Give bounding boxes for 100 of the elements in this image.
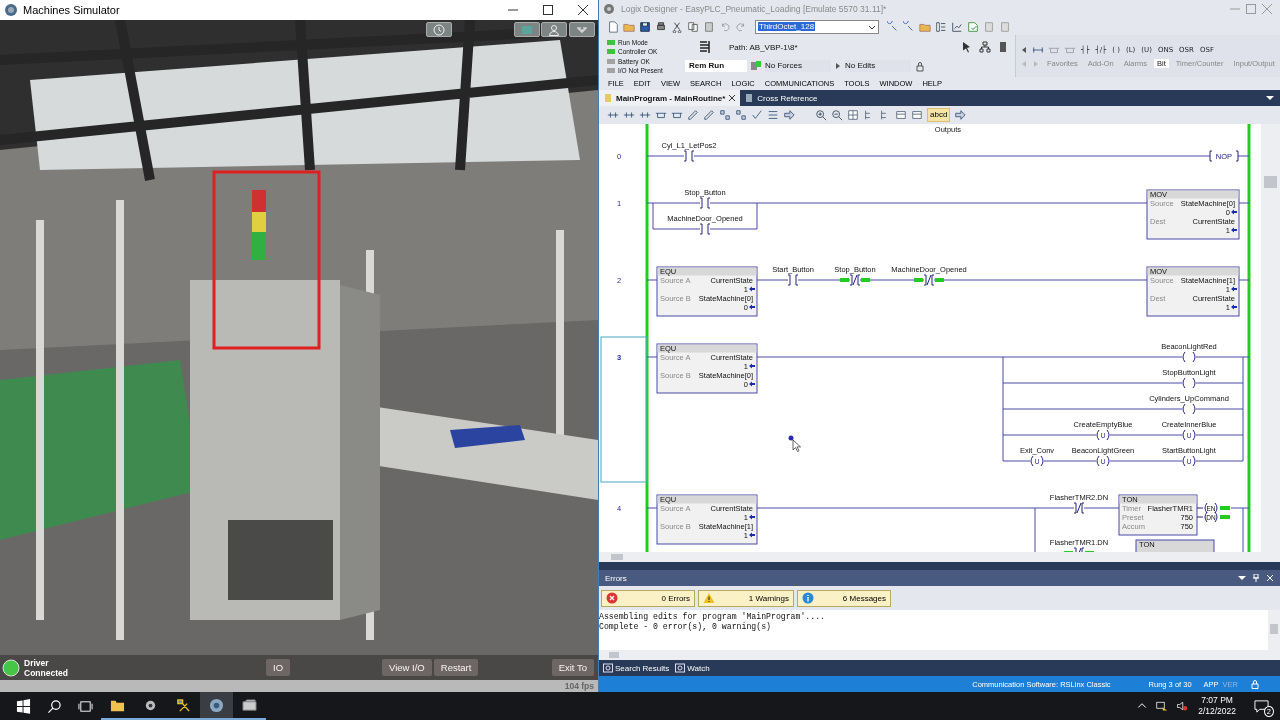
vertical-scrollbar[interactable] xyxy=(1268,610,1280,650)
app-icon xyxy=(4,3,18,17)
coil-icon[interactable] xyxy=(1182,429,1196,441)
copy-icon[interactable] xyxy=(687,20,699,33)
pane-tab[interactable]: Watch xyxy=(673,663,712,673)
clock-icon xyxy=(433,23,445,36)
value-arrow-icon xyxy=(749,304,755,310)
negated-contact-icon[interactable] xyxy=(1062,547,1096,552)
window-title: Machines Simulator xyxy=(23,4,120,16)
dropdown-icon[interactable] xyxy=(1266,94,1274,102)
value-arrow-icon xyxy=(749,532,755,538)
close-icon xyxy=(578,5,588,15)
pin-icon[interactable] xyxy=(1252,574,1260,582)
forces-status: No Forces xyxy=(765,60,831,72)
volume-muted-icon[interactable] xyxy=(1176,700,1189,712)
negated-contact-icon[interactable] xyxy=(838,274,872,286)
document-tab[interactable]: MainProgram - MainRoutine* xyxy=(599,90,741,106)
contact-icon[interactable] xyxy=(699,197,711,209)
lock-icon xyxy=(1250,679,1260,689)
list-icon[interactable] xyxy=(935,20,947,33)
cut-icon[interactable] xyxy=(671,20,683,33)
tag-combobox[interactable]: ThirdOctet_128 xyxy=(755,19,879,34)
zoom-out-icon[interactable] xyxy=(831,109,843,121)
maximize-icon xyxy=(543,5,553,15)
chart-icon[interactable] xyxy=(951,20,963,33)
text-toggle-button[interactable]: abcd xyxy=(927,108,951,122)
sim-button[interactable]: Restart xyxy=(433,659,479,676)
save-icon[interactable] xyxy=(639,20,651,33)
rung-icon[interactable] xyxy=(1032,44,1044,56)
coil-icon[interactable] xyxy=(1182,403,1196,415)
caret-icon[interactable] xyxy=(834,62,842,70)
edit-rung-icon[interactable] xyxy=(687,109,699,121)
network-icon[interactable] xyxy=(979,41,991,53)
filter-button[interactable]: 1 Warnings xyxy=(698,589,794,607)
paste-icon[interactable] xyxy=(703,20,715,33)
pane-title: Errors xyxy=(605,573,627,583)
filter-button[interactable]: 6 Messages xyxy=(797,589,891,607)
filter-button[interactable]: 0 Errors xyxy=(601,589,695,607)
fps-counter: 104 fps xyxy=(564,681,594,691)
sim-button[interactable]: View I/O xyxy=(382,659,432,676)
rung-icon[interactable] xyxy=(639,109,651,121)
rung-icon[interactable] xyxy=(623,109,635,121)
contact-icon[interactable] xyxy=(787,274,799,286)
search-icon[interactable] xyxy=(47,698,62,714)
step-icon[interactable] xyxy=(719,109,731,121)
value-arrow-icon xyxy=(749,381,755,387)
screen-icon xyxy=(521,23,533,36)
document-tab[interactable]: Cross Reference xyxy=(740,90,822,106)
coil-icon[interactable] xyxy=(1182,377,1196,389)
task-view-icon[interactable] xyxy=(78,698,93,714)
vertical-scrollbar[interactable] xyxy=(1261,124,1280,552)
info-icon xyxy=(802,592,814,604)
mouse-cursor-icon xyxy=(788,435,801,452)
coil-icon[interactable] xyxy=(1182,455,1196,467)
print-icon[interactable] xyxy=(655,20,667,33)
person-icon xyxy=(548,23,560,36)
table-icon[interactable] xyxy=(895,109,907,121)
edit-rung-icon[interactable] xyxy=(703,109,715,121)
clock-button[interactable] xyxy=(426,22,452,37)
output-line: Assembling edits for program 'MainProgram'.... xyxy=(599,612,826,622)
sim-button[interactable]: Exit To xyxy=(551,659,594,676)
controller-icon[interactable] xyxy=(997,41,1009,53)
grid-icon[interactable] xyxy=(847,109,859,121)
coil-icon[interactable] xyxy=(1182,351,1196,363)
contact-icon[interactable] xyxy=(699,223,711,235)
list-icon[interactable] xyxy=(767,109,779,121)
search-icon xyxy=(603,663,613,673)
network-icon[interactable] xyxy=(1156,700,1169,712)
new-file-icon[interactable] xyxy=(607,20,619,33)
zoom-in-icon[interactable] xyxy=(815,109,827,121)
coil-icon[interactable] xyxy=(1096,429,1110,441)
keyswitch-icon xyxy=(697,39,713,55)
error-icon xyxy=(606,592,618,604)
dropdown-icon[interactable] xyxy=(1238,574,1246,582)
window-title: Logix Designer - EasyPLC_Pneumatic_Loading [Emulate 5570 31.11]* xyxy=(621,4,887,14)
tools-icon xyxy=(176,697,191,713)
coil-icon[interactable] xyxy=(1030,455,1044,467)
value-arrow-icon xyxy=(1231,227,1237,233)
arrow-right-icon[interactable] xyxy=(783,109,795,121)
table-icon[interactable] xyxy=(911,109,923,121)
message-icon xyxy=(1254,698,1269,714)
negated-contact-icon[interactable] xyxy=(912,274,946,286)
verify-icon[interactable] xyxy=(967,20,979,33)
horizontal-scrollbar[interactable] xyxy=(599,552,1280,562)
arrow-right-icon[interactable] xyxy=(954,109,967,121)
taskbar-clock[interactable]: 7:07 PM 2/12/2022 xyxy=(1198,695,1236,717)
rung-icon[interactable] xyxy=(607,109,619,121)
check-icon[interactable] xyxy=(751,109,763,121)
step-icon[interactable] xyxy=(735,109,747,121)
contact-icon[interactable] xyxy=(683,150,695,162)
saw-blade-icon xyxy=(209,697,224,713)
negated-contact-icon[interactable] xyxy=(1073,502,1085,514)
sim-button[interactable]: IO xyxy=(266,659,291,676)
windows-start-icon[interactable] xyxy=(16,698,31,714)
horizontal-scrollbar[interactable] xyxy=(599,650,1280,660)
coil-icon[interactable] xyxy=(1096,455,1110,467)
pane-tab[interactable]: Search Results xyxy=(601,663,672,673)
close-icon[interactable] xyxy=(728,94,737,102)
value-arrow-icon xyxy=(749,286,755,292)
value-arrow-icon xyxy=(1231,304,1237,310)
